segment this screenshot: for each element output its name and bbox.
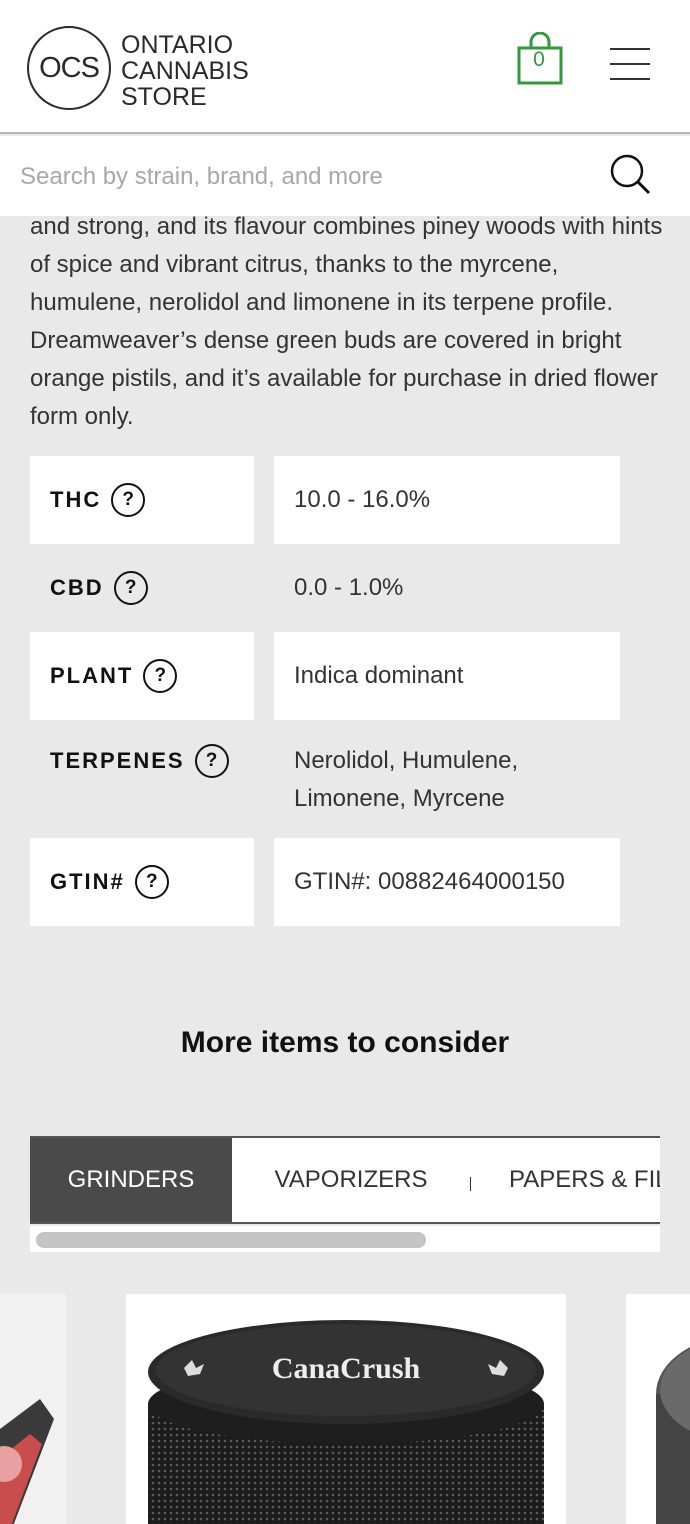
spec-value: GTIN#: 00882464000150 [274,838,620,926]
spec-value: Nerolidol, Humulene, Limonene, Myrcene [294,747,519,812]
cart-button[interactable]: 0 [516,31,564,86]
rolling-papers-image [0,1399,54,1524]
spec-label: THC? [30,456,254,544]
spec-label: PLANT? [30,632,254,720]
logo-line-3: STORE [121,83,207,111]
spec-label: CBD? [30,544,254,632]
menu-bar [610,48,650,50]
spec-label-text: GTIN# [50,869,125,894]
more-items-title: More items to consider [180,1026,510,1059]
help-icon[interactable]: ? [134,865,169,899]
menu-bar [610,78,650,80]
menu-bar [610,63,650,65]
tab-papers-filters[interactable]: PAPERS & FIL [509,1138,660,1222]
spec-value: 0.0 - 1.0% [294,574,404,601]
help-icon[interactable]: ? [194,744,229,778]
product-card[interactable]: CanaCrush [126,1294,566,1524]
search-input[interactable] [20,156,580,198]
help-icon[interactable]: ? [143,659,178,693]
tab-vaporizers[interactable]: VAPORIZERS [232,1138,470,1222]
grinder-brand-text: CanaCrush [272,1352,421,1385]
tab-grinders[interactable]: GRINDERS [30,1138,232,1222]
spec-label-text: PLANT [50,663,134,688]
product-card-previous[interactable] [0,1294,66,1524]
help-icon[interactable]: ? [113,571,148,605]
spec-label: GTIN#? [30,838,254,926]
grinder-product-image [656,1347,690,1524]
cart-count: 0 [533,48,545,71]
spec-value: Indica dominant [274,632,620,720]
product-card-next[interactable] [626,1294,690,1524]
tabs-scrollbar-thumb[interactable] [36,1232,426,1248]
spec-label-text: CBD [50,575,104,600]
logo-wordmark[interactable]: ONTARIO CANNABIS STORE [121,32,249,110]
product-description: and strong, and its flavour combines pin… [30,213,663,430]
site-header: OCS ONTARIO CANNABIS STORE 0 [0,0,690,134]
search-icon[interactable] [608,152,652,196]
logo-mark[interactable]: OCS [27,26,111,110]
tab-divider [470,1177,471,1191]
grinder-product-image: CanaCrush [148,1320,544,1524]
spec-label-text: TERPENES [50,748,185,773]
hamburger-menu-button[interactable] [610,48,650,80]
category-tabs: GRINDERS VAPORIZERS PAPERS & FIL [30,1136,660,1224]
logo-line-1: ONTARIO [121,31,234,59]
spec-value: 10.0 - 16.0% [274,456,620,544]
help-icon[interactable]: ? [111,483,146,517]
spec-label-text: THC [50,487,102,512]
spec-label: TERPENES? [30,720,254,802]
search-bar [0,136,690,216]
logo-line-2: CANNABIS [121,57,249,85]
